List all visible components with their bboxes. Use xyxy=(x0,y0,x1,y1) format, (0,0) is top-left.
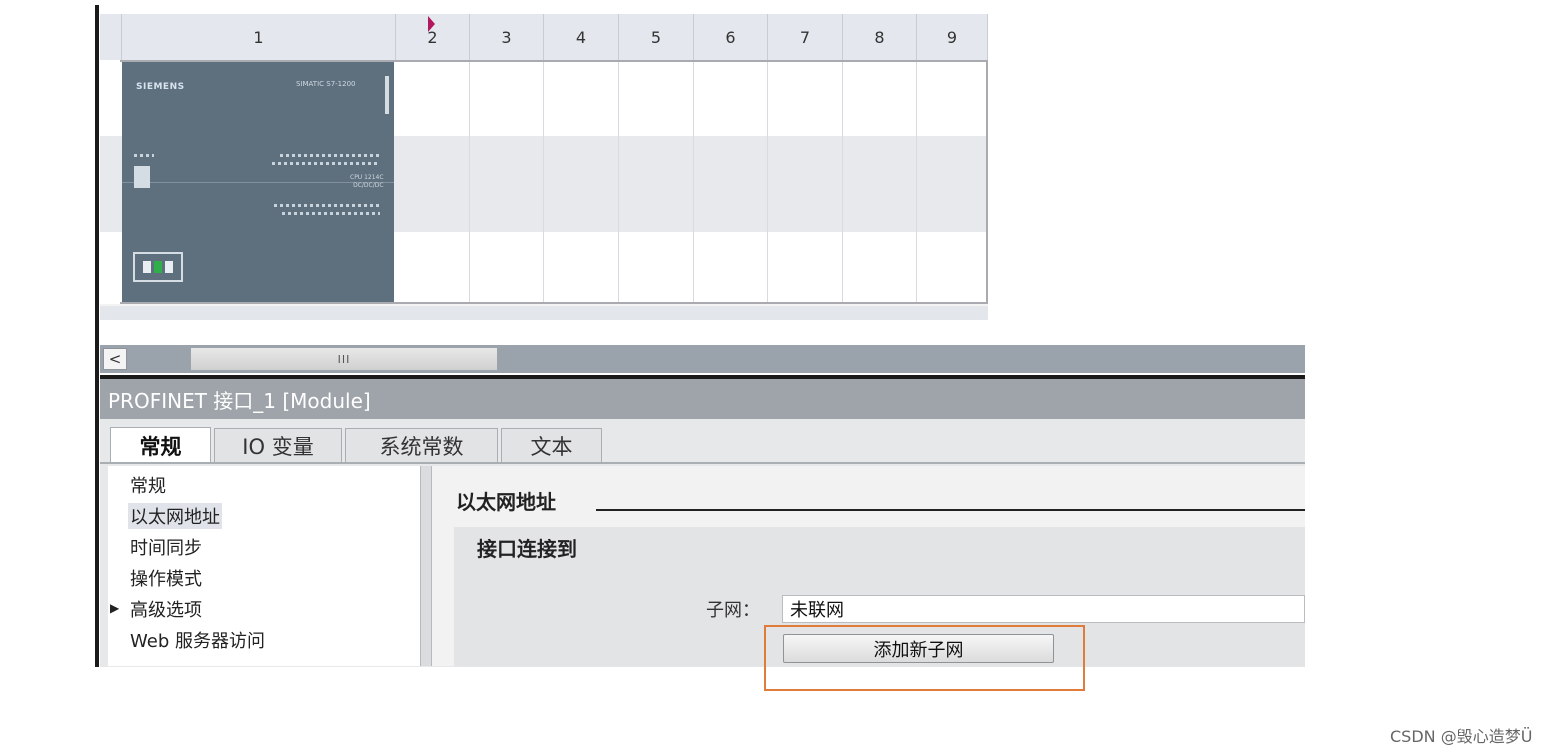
cpu-module[interactable]: SIEMENS SIMATIC S7-1200 CPU 1214C DC/DC/… xyxy=(122,62,394,302)
cpu-model-label: SIMATIC S7-1200 xyxy=(296,80,356,88)
nav-item-operating-mode[interactable]: 操作模式 xyxy=(130,565,202,591)
section-title-rule xyxy=(596,509,1305,511)
tab-io-tags[interactable]: IO 变量 xyxy=(214,428,342,463)
slot-9[interactable] xyxy=(917,60,988,302)
cpu-brand-label: SIEMENS xyxy=(136,82,185,92)
slot-4[interactable] xyxy=(544,60,619,302)
slot-2[interactable] xyxy=(396,60,470,302)
slot-header-7[interactable]: 7 xyxy=(768,14,843,60)
nav-splitter[interactable] xyxy=(420,466,432,666)
mouse-cursor-icon xyxy=(428,16,435,32)
nav-item-general[interactable]: 常规 xyxy=(130,472,166,498)
slot-7[interactable] xyxy=(768,60,843,302)
slot-header-9[interactable]: 9 xyxy=(917,14,988,60)
slot-3[interactable] xyxy=(470,60,544,302)
inspector-title: PROFINET 接口_1 [Module] xyxy=(108,388,371,413)
tab-texts[interactable]: 文本 xyxy=(501,428,602,463)
slot-header-1[interactable]: 1 xyxy=(122,14,396,60)
nav-item-web-server-access[interactable]: Web 服务器访问 xyxy=(130,627,265,653)
slot-6[interactable] xyxy=(694,60,768,302)
slot-header-8[interactable]: 8 xyxy=(843,14,917,60)
group-title: 接口连接到 xyxy=(477,537,577,561)
scroll-thumb[interactable]: III xyxy=(190,347,498,371)
expand-arrow-icon[interactable]: ▶ xyxy=(110,601,119,615)
cpu-type-line-2: DC/DC/DC xyxy=(353,182,384,189)
left-frame-line xyxy=(95,5,99,667)
watermark: CSDN @毁心造梦Ü xyxy=(1390,727,1533,746)
highlight-box xyxy=(764,625,1085,691)
slot-header-5[interactable]: 5 xyxy=(619,14,694,60)
cpu-status-strip xyxy=(385,76,389,114)
nav-item-time-sync[interactable]: 时间同步 xyxy=(130,534,202,560)
cpu-io-leds-2 xyxy=(272,162,380,165)
scroll-left-button[interactable]: < xyxy=(103,348,127,370)
properties-nav-tree: 常规 以太网地址 时间同步 操作模式 ▶ 高级选项 Web 服务器访问 xyxy=(108,466,420,666)
cpu-io-leds-4 xyxy=(282,212,380,215)
cpu-type-line-1: CPU 1214C xyxy=(350,174,384,181)
profinet-port-icon[interactable] xyxy=(133,252,183,282)
tab-general[interactable]: 常规 xyxy=(110,427,211,464)
slot-5[interactable] xyxy=(619,60,694,302)
subnet-label: 子网： xyxy=(706,600,760,621)
tab-baseline xyxy=(100,462,1305,464)
rack-row-header-blank xyxy=(100,14,122,60)
cpu-card-slot xyxy=(134,166,150,188)
nav-item-ethernet-address[interactable]: 以太网地址 xyxy=(128,503,222,529)
tab-system-constants[interactable]: 系统常数 xyxy=(345,428,498,463)
slot-8[interactable] xyxy=(843,60,917,302)
slot-header-3[interactable]: 3 xyxy=(470,14,544,60)
section-title: 以太网地址 xyxy=(456,490,556,514)
cpu-io-leds-3 xyxy=(274,204,380,207)
subnet-dropdown[interactable]: 未联网 xyxy=(782,595,1305,623)
slot-header-6[interactable]: 6 xyxy=(694,14,768,60)
cpu-led-row-top xyxy=(134,154,154,157)
rack-footer-row xyxy=(100,306,988,320)
inspector-title-bar: PROFINET 接口_1 [Module] xyxy=(100,379,1305,419)
cpu-io-leds-1 xyxy=(280,154,380,157)
nav-item-advanced-options[interactable]: 高级选项 xyxy=(130,596,202,622)
cpu-divider xyxy=(122,182,394,183)
slot-header-4[interactable]: 4 xyxy=(544,14,619,60)
subnet-value: 未联网 xyxy=(790,600,844,621)
